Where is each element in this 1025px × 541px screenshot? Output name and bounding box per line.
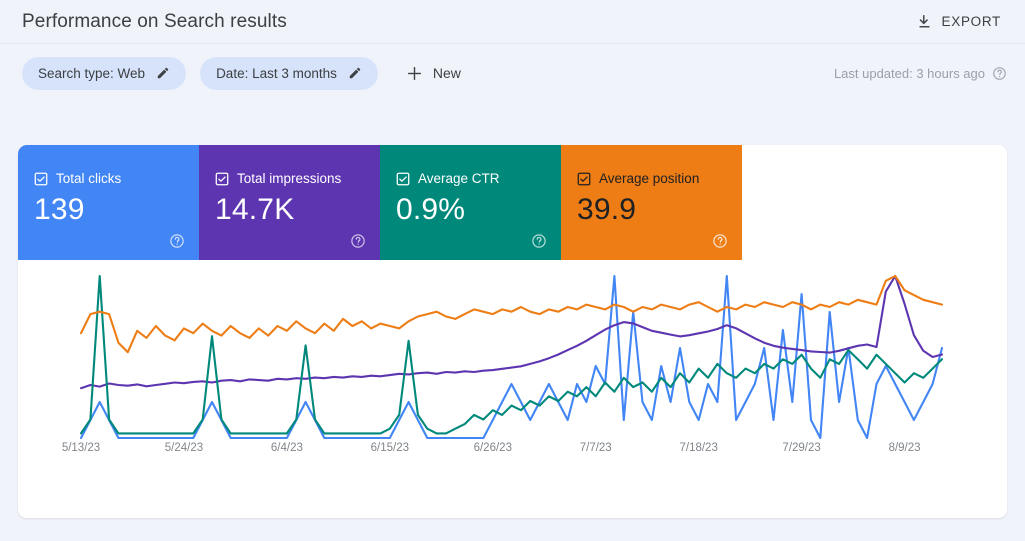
x-axis-tick-label: 6/26/23 bbox=[473, 442, 512, 454]
pencil-icon[interactable] bbox=[156, 66, 170, 80]
filter-chip-date[interactable]: Date: Last 3 months bbox=[200, 56, 378, 90]
filter-chip-search-type[interactable]: Search type: Web bbox=[22, 56, 187, 90]
metric-tile-value: 0.9% bbox=[396, 193, 466, 226]
chart-line-average-ctr bbox=[79, 274, 944, 435]
chart-x-axis: 5/13/23 5/24/23 6/4/23 6/15/23 6/26/23 7/7/23… bbox=[18, 442, 1007, 462]
export-button[interactable]: EXPORT bbox=[910, 9, 1007, 34]
x-axis-tick-label: 7/7/23 bbox=[579, 442, 612, 454]
x-axis-tick-label: 8/9/23 bbox=[888, 442, 921, 454]
filter-chip-label: Date: Last 3 months bbox=[216, 65, 337, 81]
help-circle-icon[interactable] bbox=[169, 233, 185, 249]
x-axis-tick-label: 6/15/23 bbox=[370, 442, 410, 454]
metric-tile-label: Average position bbox=[599, 171, 700, 186]
performance-card: Total clicks 139 Total impressions 14.7K… bbox=[18, 145, 1007, 518]
filter-chip-label: Search type: Web bbox=[38, 65, 146, 81]
last-updated-label: Last updated: 3 hours ago bbox=[833, 65, 985, 81]
add-new-filter-label: New bbox=[432, 65, 461, 81]
chart-line-average-position bbox=[79, 274, 944, 354]
checkbox-checked-icon[interactable] bbox=[396, 172, 410, 186]
help-circle-icon[interactable] bbox=[350, 233, 366, 249]
filter-bar: Search type: Web Date: Last 3 months New… bbox=[0, 44, 1025, 102]
metric-tile-label: Total clicks bbox=[56, 171, 122, 186]
help-circle-icon[interactable] bbox=[531, 233, 547, 249]
checkbox-checked-icon[interactable] bbox=[215, 172, 229, 186]
metric-tiles: Total clicks 139 Total impressions 14.7K… bbox=[18, 145, 1007, 260]
x-axis-tick-label: 5/13/23 bbox=[61, 442, 101, 454]
checkbox-checked-icon[interactable] bbox=[34, 172, 48, 186]
page-header: Performance on Search results EXPORT bbox=[0, 0, 1025, 44]
performance-chart: 5/13/23 5/24/23 6/4/23 6/15/23 6/26/23 7/7/23… bbox=[18, 260, 1007, 518]
plus-icon bbox=[406, 65, 423, 82]
metric-tile-value: 14.7K bbox=[215, 193, 295, 226]
metric-tiles-filler bbox=[742, 145, 1007, 260]
page-title: Performance on Search results bbox=[22, 10, 287, 32]
add-new-filter-button[interactable]: New bbox=[398, 61, 469, 86]
download-icon bbox=[916, 13, 933, 30]
help-circle-icon[interactable] bbox=[712, 233, 728, 249]
metric-tile-average-position[interactable]: Average position 39.9 bbox=[561, 145, 742, 260]
chart-svg bbox=[79, 274, 944, 440]
metric-tile-label: Total impressions bbox=[237, 171, 342, 186]
metric-tile-total-impressions[interactable]: Total impressions 14.7K bbox=[199, 145, 380, 260]
metric-tile-value: 139 bbox=[34, 193, 85, 226]
x-axis-tick-label: 5/24/23 bbox=[164, 442, 204, 454]
x-axis-tick-label: 7/18/23 bbox=[679, 442, 718, 454]
x-axis-tick-label: 6/4/23 bbox=[270, 442, 303, 454]
checkbox-checked-icon[interactable] bbox=[577, 172, 591, 186]
export-label: EXPORT bbox=[941, 14, 1001, 29]
metric-tile-total-clicks[interactable]: Total clicks 139 bbox=[18, 145, 199, 260]
metric-tile-label: Average CTR bbox=[418, 171, 500, 186]
help-circle-icon[interactable] bbox=[992, 66, 1007, 81]
x-axis-tick-label: 7/29/23 bbox=[782, 442, 821, 454]
metric-tile-average-ctr[interactable]: Average CTR 0.9% bbox=[380, 145, 561, 260]
last-updated: Last updated: 3 hours ago bbox=[834, 66, 1007, 81]
pencil-icon[interactable] bbox=[348, 66, 362, 80]
metric-tile-value: 39.9 bbox=[577, 193, 637, 226]
